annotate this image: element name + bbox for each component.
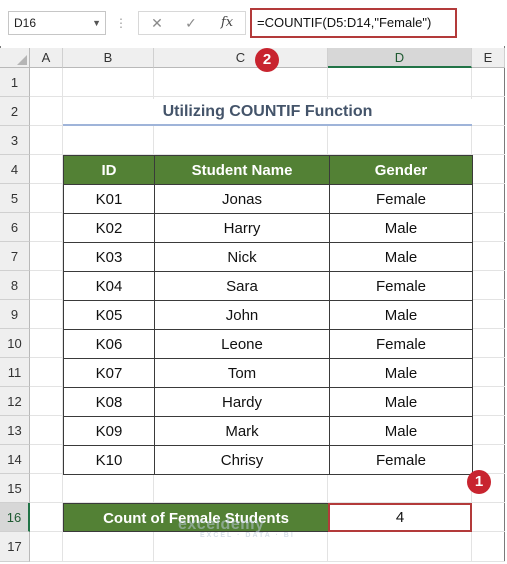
student-name-cell[interactable]: Hardy	[154, 387, 330, 417]
row-header-7[interactable]: 7	[0, 242, 30, 271]
table-row: K02 Harry Male	[63, 213, 473, 243]
row-header-5[interactable]: 5	[0, 184, 30, 213]
select-all-corner[interactable]	[0, 48, 30, 68]
summary-value-cell[interactable]: 4	[328, 503, 472, 532]
row-header-4[interactable]: 4	[0, 155, 30, 184]
row-header-14[interactable]: 14	[0, 445, 30, 474]
exceldemy-logo: exceldemy EXCEL · DATA · BI	[178, 516, 295, 539]
student-name-cell[interactable]: John	[154, 300, 330, 330]
row-header-1[interactable]: 1	[0, 68, 30, 97]
table-row: K04 Sara Female	[63, 271, 473, 301]
row-header-16[interactable]: 16	[0, 503, 30, 532]
id-cell[interactable]: K01	[63, 184, 155, 214]
gender-cell[interactable]: Male	[329, 416, 473, 446]
gender-cell[interactable]: Male	[329, 358, 473, 388]
step-marker-1: 1	[467, 470, 491, 494]
gender-cell[interactable]: Female	[329, 184, 473, 214]
id-cell[interactable]: K08	[63, 387, 155, 417]
watermark-name: exceldemy	[178, 516, 265, 533]
id-cell[interactable]: K10	[63, 445, 155, 475]
id-cell[interactable]: K09	[63, 416, 155, 446]
formula-input[interactable]: =COUNTIF(D5:D14,"Female")	[250, 8, 457, 38]
id-cell[interactable]: K05	[63, 300, 155, 330]
row-header-8[interactable]: 8	[0, 271, 30, 300]
column-header-c[interactable]: C	[154, 48, 328, 68]
row-header-15[interactable]: 15	[0, 474, 30, 503]
id-cell[interactable]: K06	[63, 329, 155, 359]
name-box-value: D16	[14, 16, 37, 30]
row-header-10[interactable]: 10	[0, 329, 30, 358]
sheet-title: Utilizing COUNTIF Function	[63, 99, 472, 126]
row-header-12[interactable]: 12	[0, 387, 30, 416]
chevron-down-icon[interactable]: ▼	[92, 12, 101, 34]
gridline-row	[30, 561, 505, 562]
column-header-e[interactable]: E	[472, 48, 505, 68]
table-row: K03 Nick Male	[63, 242, 473, 272]
gender-cell[interactable]: Female	[329, 271, 473, 301]
check-icon[interactable]: ✓	[179, 12, 203, 34]
gridline-row	[30, 96, 505, 97]
row-header-11[interactable]: 11	[0, 358, 30, 387]
row-header-6[interactable]: 6	[0, 213, 30, 242]
gender-cell[interactable]: Male	[329, 300, 473, 330]
id-cell[interactable]: K04	[63, 271, 155, 301]
table-row: K09 Mark Male	[63, 416, 473, 446]
table-row: K07 Tom Male	[63, 358, 473, 388]
student-name-cell[interactable]: Jonas	[154, 184, 330, 214]
column-header-b[interactable]: B	[63, 48, 154, 68]
column-header-d[interactable]: D	[328, 48, 472, 68]
student-name-cell[interactable]: Chrisy	[154, 445, 330, 475]
row-header-17[interactable]: 17	[0, 532, 30, 562]
name-box[interactable]: D16 ▼	[8, 11, 106, 35]
student-name-cell[interactable]: Sara	[154, 271, 330, 301]
insert-function-icon[interactable]: fx	[215, 12, 239, 34]
table-row: K10 Chrisy Female	[63, 445, 473, 475]
header-gender[interactable]: Gender	[329, 155, 473, 185]
student-name-cell[interactable]: Leone	[154, 329, 330, 359]
row-header-13[interactable]: 13	[0, 416, 30, 445]
student-name-cell[interactable]: Mark	[154, 416, 330, 446]
step-marker-2: 2	[255, 48, 279, 72]
drag-handle-icon[interactable]: ⋮	[115, 13, 127, 33]
student-table: ID Student Name Gender K01 Jonas Female K02…	[63, 155, 473, 475]
gender-cell[interactable]: Female	[329, 329, 473, 359]
column-header-a[interactable]: A	[30, 48, 63, 68]
header-student-name[interactable]: Student Name	[154, 155, 330, 185]
watermark-tagline: EXCEL · DATA · BI	[200, 532, 295, 539]
student-name-cell[interactable]: Harry	[154, 213, 330, 243]
formula-bar: D16 ▼ ⋮ ✕ ✓ fx =COUNTIF(D5:D14,"Female")	[0, 0, 507, 46]
table-row: K08 Hardy Male	[63, 387, 473, 417]
id-cell[interactable]: K03	[63, 242, 155, 272]
header-id[interactable]: ID	[63, 155, 155, 185]
id-cell[interactable]: K02	[63, 213, 155, 243]
table-row: K05 John Male	[63, 300, 473, 330]
cancel-icon[interactable]: ✕	[145, 12, 169, 34]
formula-buttons: ✕ ✓ fx	[138, 11, 246, 35]
table-header-row: ID Student Name Gender	[63, 155, 473, 185]
gender-cell[interactable]: Male	[329, 213, 473, 243]
gender-cell[interactable]: Male	[329, 242, 473, 272]
row-header-3[interactable]: 3	[0, 126, 30, 155]
student-name-cell[interactable]: Nick	[154, 242, 330, 272]
gender-cell[interactable]: Female	[329, 445, 473, 475]
table-row: K01 Jonas Female	[63, 184, 473, 214]
id-cell[interactable]: K07	[63, 358, 155, 388]
table-row: K06 Leone Female	[63, 329, 473, 359]
student-name-cell[interactable]: Tom	[154, 358, 330, 388]
gender-cell[interactable]: Male	[329, 387, 473, 417]
row-header-2[interactable]: 2	[0, 97, 30, 126]
row-header-9[interactable]: 9	[0, 300, 30, 329]
